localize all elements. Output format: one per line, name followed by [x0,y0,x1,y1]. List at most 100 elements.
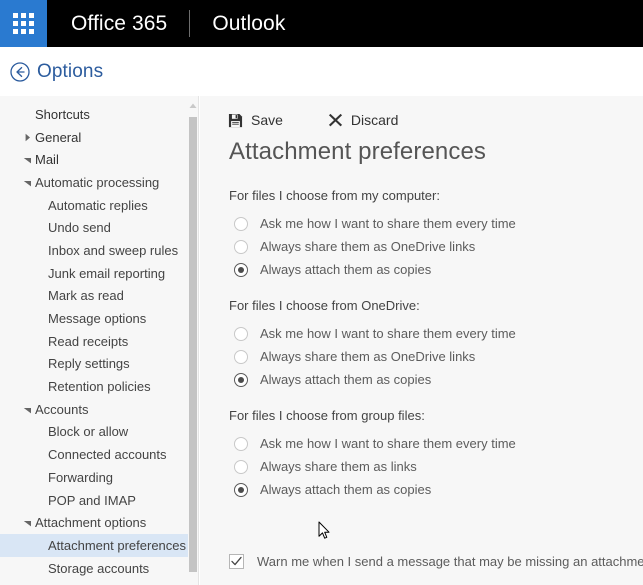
radio-option-row[interactable]: Always attach them as copies [229,258,629,281]
suite-bar: Office 365 Outlook [0,0,643,47]
sidebar-item-label: Message options [48,311,147,327]
sidebar-item-mark-as-read[interactable]: Mark as read [0,285,189,308]
radio-option-row[interactable]: Ask me how I want to share them every ti… [229,432,629,455]
radio-button[interactable] [234,436,248,451]
radio-button-selected[interactable] [234,372,248,387]
discard-label: Discard [350,112,399,128]
radio-option-row[interactable]: Always attach them as copies [229,368,629,391]
options-label: Options [37,60,104,82]
sidebar-item-label: Accounts [35,401,89,417]
outlook-app-link[interactable]: Outlook [190,0,305,47]
radio-option-label: Always share them as OneDrive links [260,349,476,364]
sidebar-item-label: Read receipts [48,333,129,349]
preference-group-label: For files I choose from OneDrive: [229,298,420,313]
sidebar-item-shortcuts[interactable]: Shortcuts [0,103,189,126]
save-button[interactable]: Save [228,112,283,128]
sidebar-item-retention-policies[interactable]: Retention policies [0,375,189,398]
preference-group-label: For files I choose from group files: [229,408,425,423]
radio-option-row[interactable]: Always share them as OneDrive links [229,235,629,258]
radio-option-label: Always attach them as copies [260,372,432,387]
sidebar-item-label: Inbox and sweep rules [48,242,179,258]
sidebar-item-attachment-options[interactable]: Attachment options [0,511,189,534]
checkmark-icon [231,556,242,566]
office365-brand-link[interactable]: Office 365 [47,0,189,47]
sidebar-item-connected-accounts[interactable]: Connected accounts [0,443,189,466]
sidebar-item-reply-settings[interactable]: Reply settings [0,353,189,376]
sidebar-item-label: Storage accounts [48,560,150,576]
save-floppy-icon [228,113,243,127]
sidebar-item-general[interactable]: General [0,126,189,149]
discard-button[interactable]: Discard [328,112,398,128]
radio-option-row[interactable]: Ask me how I want to share them every ti… [229,212,629,235]
chevron-down-icon[interactable] [23,178,32,187]
sidebar-item-label: Forwarding [48,469,114,485]
preference-group-2: For files I choose from OneDrive: Ask me … [229,298,629,391]
back-to-mail-button[interactable]: Options [10,61,103,83]
radio-option-label: Always share them as OneDrive links [260,239,476,254]
sidebar-item-label: Reply settings [48,356,130,372]
sidebar-item-label: Block or allow [48,424,129,440]
sidebar-item-message-options[interactable]: Message options [0,307,189,330]
sidebar-item-label: Junk email reporting [48,265,166,281]
radio-option-row[interactable]: Always share them as links [229,455,629,478]
radio-button[interactable] [234,349,248,364]
sidebar-item-label: Automatic replies [48,197,148,213]
options-nav-list: Shortcuts General Mail Automatic processing… [0,96,189,579]
chevron-down-icon[interactable] [23,155,32,164]
app-launcher-grid-icon [13,13,34,34]
sidebar-item-forwarding[interactable]: Forwarding [0,466,189,489]
sidebar-item-junk-email-reporting[interactable]: Junk email reporting [0,262,189,285]
radio-button-selected[interactable] [234,482,248,497]
warn-missing-attachment-row[interactable]: Warn me when I send a message that may b… [229,554,643,569]
sidebar-item-label: Attachment preferences [48,537,187,553]
warn-missing-attachment-label: Warn me when I send a message that may b… [257,554,643,569]
radio-option-row[interactable]: Always share them as OneDrive links [229,345,629,368]
sidebar-item-accounts[interactable]: Accounts [0,398,189,421]
sidebar-item-label: Shortcuts [35,106,90,122]
main-content: Save Discard Attachment preferences For … [200,96,643,585]
sidebar-item-storage-accounts[interactable]: Storage accounts [0,557,189,580]
app-launcher-button[interactable] [0,0,47,47]
scroll-up-arrow-icon[interactable] [188,100,198,112]
chevron-down-icon[interactable] [23,405,32,414]
sidebar-item-undo-send[interactable]: Undo send [0,216,189,239]
sidebar-item-label: Mark as read [48,288,124,304]
sidebar-scrollbar[interactable] [188,96,198,585]
page-title: Attachment preferences [229,138,487,165]
preference-group-label: For files I choose from my computer: [229,188,440,203]
options-sidebar: Shortcuts General Mail Automatic processing… [0,96,199,585]
sidebar-item-pop-and-imap[interactable]: POP and IMAP [0,489,189,512]
sidebar-item-label: POP and IMAP [48,492,136,508]
radio-option-row[interactable]: Ask me how I want to share them every ti… [229,322,629,345]
sidebar-item-attachment-preferences[interactable]: Attachment preferences [0,534,189,557]
back-circle-arrow-icon [10,61,30,82]
close-x-icon [328,113,342,126]
sidebar-item-label: Connected accounts [48,447,167,463]
radio-button[interactable] [234,216,248,231]
chevron-down-icon[interactable] [23,518,32,527]
sidebar-item-block-or-allow[interactable]: Block or allow [0,421,189,444]
radio-option-row[interactable]: Always attach them as copies [229,478,629,501]
radio-button[interactable] [234,239,248,254]
radio-button-selected[interactable] [234,262,248,277]
sidebar-item-automatic-replies[interactable]: Automatic replies [0,194,189,217]
radio-option-label: Always attach them as copies [260,482,432,497]
outlook-options-page: Office 365 Outlook Options Shortcuts Gene… [0,0,643,585]
sidebar-item-label: Undo send [48,220,111,236]
radio-option-label: Always share them as links [260,459,417,474]
save-label: Save [251,112,283,128]
radio-button[interactable] [234,326,248,341]
sidebar-item-mail[interactable]: Mail [0,148,189,171]
sidebar-item-label: Mail [35,152,59,168]
sidebar-item-inbox-and-sweep-rules[interactable]: Inbox and sweep rules [0,239,189,262]
sidebar-item-automatic-processing[interactable]: Automatic processing [0,171,189,194]
options-header: Options [0,47,643,96]
sidebar-item-read-receipts[interactable]: Read receipts [0,330,189,353]
chevron-right-icon[interactable] [23,133,32,142]
radio-button[interactable] [234,459,248,474]
sidebar-item-label: Automatic processing [35,174,160,190]
warn-missing-attachment-checkbox[interactable] [229,554,244,569]
radio-option-label: Ask me how I want to share them every ti… [260,436,516,451]
sidebar-scrollbar-thumb[interactable] [189,117,197,572]
sidebar-item-label: Attachment options [35,515,147,531]
